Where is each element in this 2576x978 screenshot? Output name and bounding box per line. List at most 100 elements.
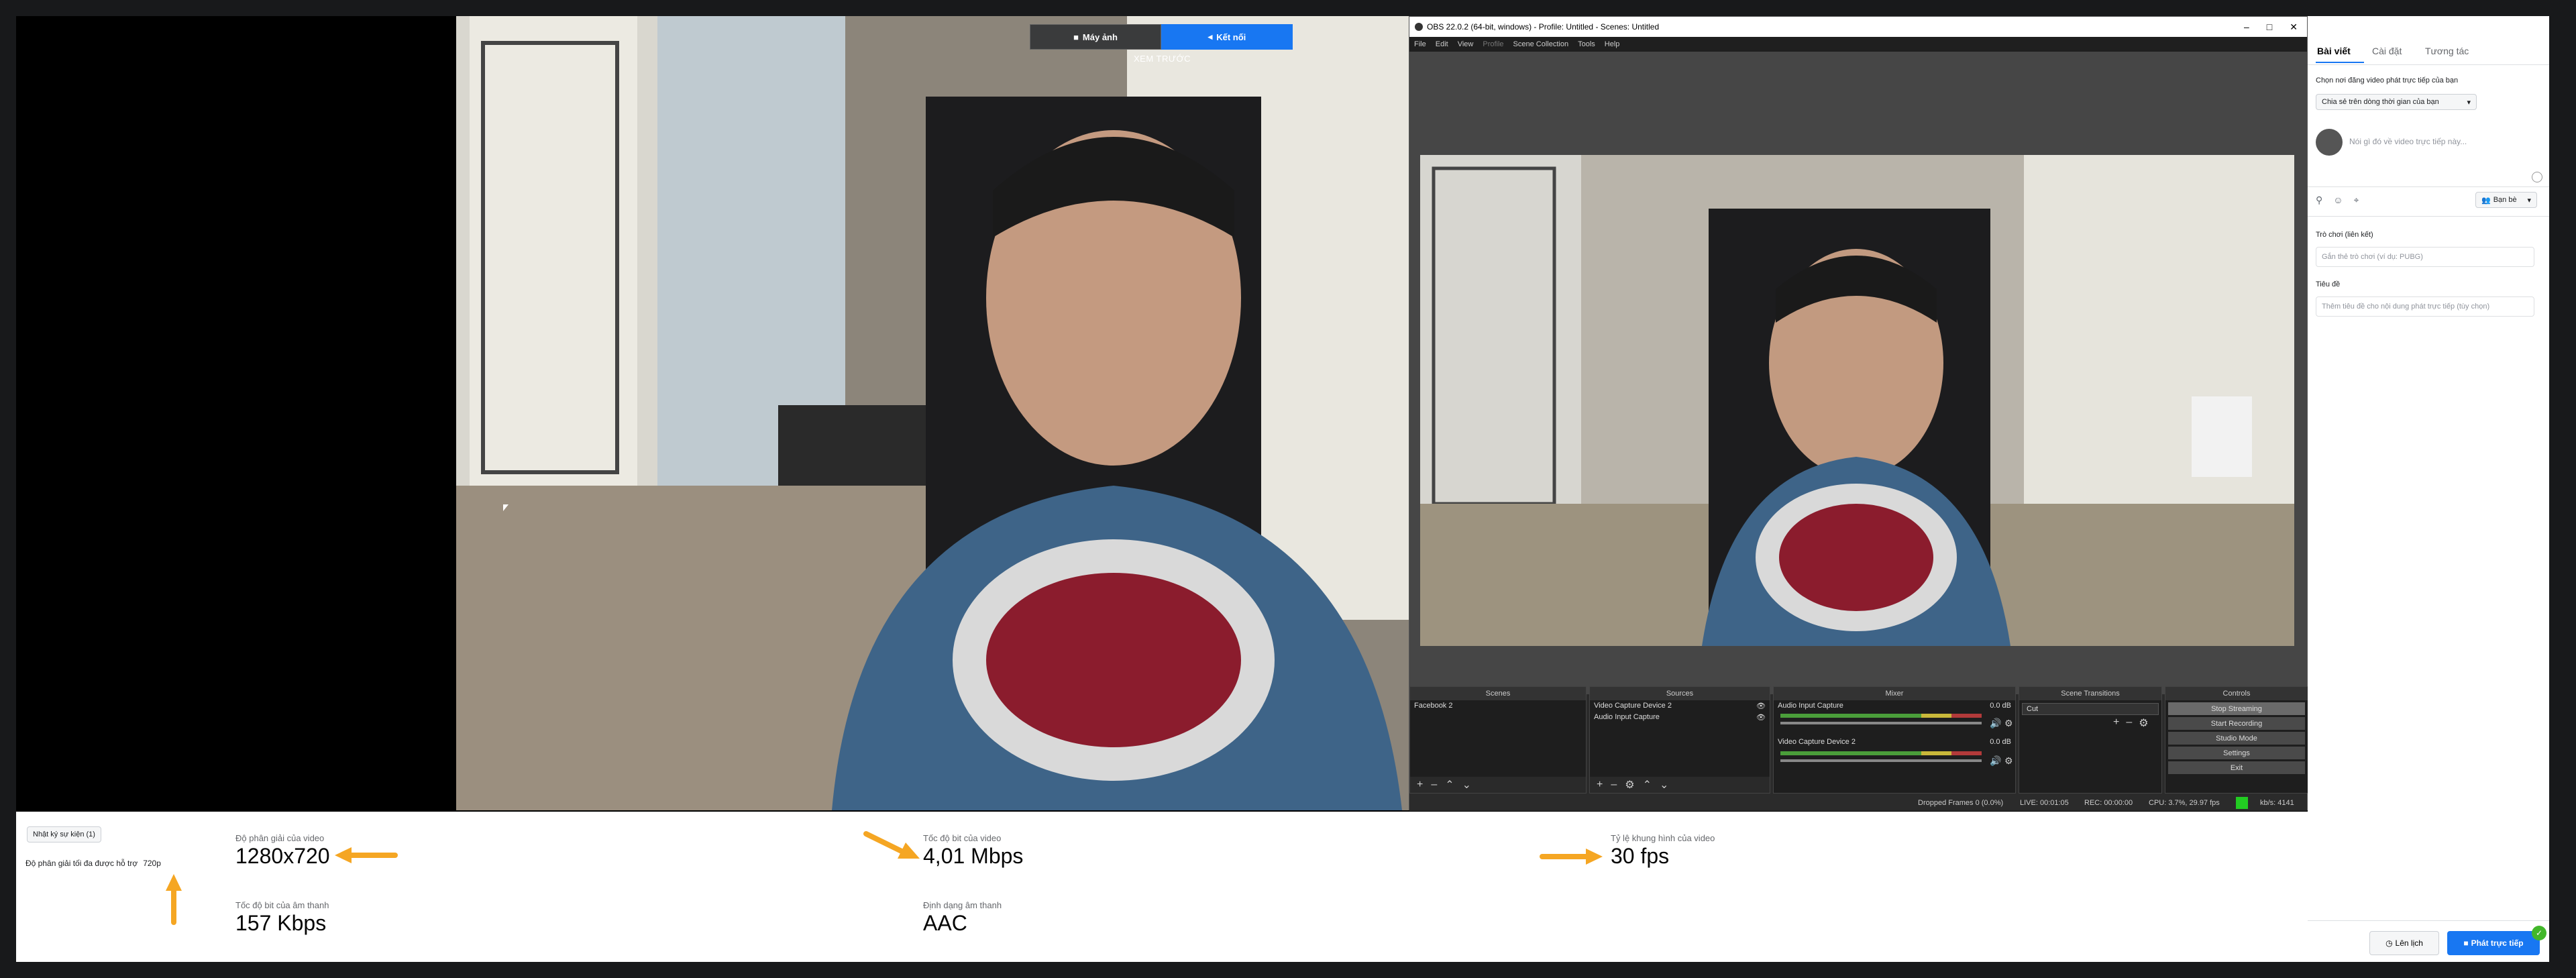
event-log-button[interactable]: Nhật ký sự kiện (1): [27, 826, 101, 843]
speaker-icon[interactable]: 🔊: [1990, 718, 2001, 729]
active-tab-indicator: [2316, 62, 2364, 63]
arrow-annotation-icon: [335, 847, 398, 863]
obs-window: OBS 22.0.2 (64-bit, windows) - Profile: …: [1409, 16, 2308, 811]
stream-health-panel: Nhật ký sự kiện (1) Độ phân giải tối đa …: [16, 812, 2308, 962]
obs-menu-bar: File Edit View Profile Scene Collection …: [1409, 37, 2307, 52]
avatar: [2316, 129, 2343, 156]
speaker-icon[interactable]: 🔊: [1990, 755, 2001, 767]
mouse-cursor-icon: [503, 504, 508, 511]
menu-file[interactable]: File: [1409, 40, 1431, 48]
volume-slider[interactable]: [1780, 759, 1982, 762]
settings-button[interactable]: Settings: [2168, 747, 2305, 759]
emoji-icon[interactable]: [2532, 172, 2542, 182]
chevron-down-icon: ▾: [2467, 98, 2471, 107]
stream-preview: [456, 16, 1409, 810]
menu-tools[interactable]: Tools: [1573, 40, 1600, 48]
footer-divider: [2308, 920, 2549, 921]
transition-select[interactable]: Cut: [2022, 703, 2159, 715]
arrow-annotation-icon: [166, 874, 182, 925]
preview-label: XEM TRƯỚC: [1134, 54, 1191, 64]
tab-interactions[interactable]: Tương tác: [2425, 46, 2469, 56]
exit-button[interactable]: Exit: [2168, 761, 2305, 774]
title-label: Tiêu đề: [2316, 280, 2341, 288]
feeling-icon[interactable]: ☺: [2333, 195, 2343, 206]
post-settings-panel: Bài viết Cài đặt Tương tác Chọn nơi đăng…: [2308, 16, 2549, 962]
compose-input[interactable]: Nói gì đó về video trực tiếp này...: [2349, 137, 2467, 146]
obs-logo-icon: [1415, 23, 1423, 31]
tab-divider: [2308, 64, 2549, 65]
menu-scene-collection[interactable]: Scene Collection: [1509, 40, 1574, 48]
maximize-icon[interactable]: □: [2267, 21, 2272, 33]
remove-icon[interactable]: –: [2126, 716, 2132, 730]
title-input[interactable]: Thêm tiêu đề cho nội dung phát trực tiếp…: [2316, 296, 2534, 317]
tab-post[interactable]: Bài viết: [2317, 46, 2351, 56]
move-up-icon[interactable]: ⌃: [1643, 778, 1652, 792]
audio-bitrate-value: 157 Kbps: [235, 911, 327, 935]
source-item[interactable]: Video Capture Device 2 👁: [1590, 700, 1770, 712]
friends-icon: 👥: [2481, 196, 2491, 205]
audio-format-label: Định dạng âm thanh: [923, 900, 1002, 910]
menu-profile[interactable]: Profile: [1478, 40, 1508, 48]
mixer-channel-label: Audio Input Capture 0.0 dB: [1778, 702, 2011, 710]
start-recording-button[interactable]: Start Recording: [2168, 717, 2305, 730]
move-up-icon[interactable]: ⌃: [1445, 778, 1454, 792]
studio-mode-button[interactable]: Studio Mode: [2168, 732, 2305, 745]
stop-streaming-button[interactable]: Stop Streaming: [2168, 702, 2305, 715]
audio-format-value: AAC: [923, 911, 967, 935]
camera-video-frame: [456, 16, 1409, 810]
gear-icon[interactable]: ⚙: [2004, 755, 2013, 767]
scene-transitions-dock: Scene Transitions Cut + – ⚙: [2019, 686, 2162, 794]
mixer-channel-label: Video Capture Device 2 0.0 dB: [1778, 738, 2011, 746]
remove-icon[interactable]: –: [1431, 779, 1437, 791]
move-down-icon[interactable]: ⌄: [1660, 778, 1668, 792]
post-where-dropdown[interactable]: Chia sẻ trên dòng thời gian của bạn ▾: [2316, 94, 2477, 110]
minimize-icon[interactable]: –: [2244, 21, 2249, 33]
arrow-annotation-icon: [863, 831, 920, 859]
close-icon[interactable]: ✕: [2290, 21, 2298, 33]
tab-settings[interactable]: Cài đặt: [2372, 46, 2402, 56]
visibility-eye-icon[interactable]: 👁: [1756, 702, 1766, 710]
preview-toolbar: ■ Máy ảnh ◂ Kết nối: [1030, 24, 1293, 50]
source-item[interactable]: Audio Input Capture 👁: [1590, 712, 1770, 723]
schedule-button[interactable]: ◷ Lên lịch: [2369, 931, 2439, 955]
gear-icon[interactable]: ⚙: [1625, 778, 1634, 792]
divider: [2308, 216, 2549, 217]
menu-help[interactable]: Help: [1600, 40, 1625, 48]
obs-preview-canvas[interactable]: [1420, 155, 2294, 646]
add-icon[interactable]: +: [1417, 779, 1423, 791]
max-resolution-row: Độ phân giải tối đa được hỗ trợ 720p: [25, 859, 161, 868]
go-live-button[interactable]: ■ Phát trực tiếp: [2447, 931, 2540, 955]
obs-preview-area: [1409, 52, 2307, 694]
audio-level-meter: [1780, 751, 1982, 755]
framerate-value: 30 fps: [1611, 844, 1670, 868]
add-icon[interactable]: +: [2113, 716, 2119, 730]
game-label: Trò chơi (liên kết): [2316, 231, 2373, 239]
divider: [2308, 186, 2549, 187]
obs-status-bar: Dropped Frames 0 (0.0%) LIVE: 00:01:05 R…: [1409, 795, 2307, 811]
framerate-label: Tỷ lệ khung hình của video: [1611, 833, 1715, 843]
menu-view[interactable]: View: [1453, 40, 1479, 48]
visibility-eye-icon[interactable]: 👁: [1756, 713, 1766, 722]
add-icon[interactable]: +: [1597, 779, 1603, 791]
game-input[interactable]: Gắn thẻ trò chơi (ví dụ: PUBG): [2316, 247, 2534, 267]
plug-icon: ◂: [1208, 32, 1213, 42]
scene-item[interactable]: Facebook 2: [1410, 700, 1586, 711]
gear-icon[interactable]: ⚙: [2139, 716, 2148, 730]
obs-title-bar: OBS 22.0.2 (64-bit, windows) - Profile: …: [1409, 17, 2307, 37]
location-pin-icon[interactable]: ⌖: [2354, 195, 2359, 206]
connect-button[interactable]: ◂ Kết nối: [1161, 24, 1293, 50]
arrow-annotation-icon: [1540, 849, 1603, 865]
audience-selector[interactable]: 👥 Bạn bè ▾: [2475, 192, 2537, 208]
remove-icon[interactable]: –: [1611, 779, 1617, 791]
controls-dock: Controls Stop Streaming Start Recording …: [2165, 686, 2308, 794]
obs-camera-frame: [1420, 155, 2294, 646]
max-resolution-value: 720p: [143, 859, 161, 868]
video-resolution-label: Độ phân giải của video: [235, 833, 325, 843]
camera-button[interactable]: ■ Máy ảnh: [1030, 24, 1161, 50]
volume-slider[interactable]: [1780, 722, 1982, 724]
tag-people-icon[interactable]: ⚲: [2316, 195, 2322, 206]
menu-edit[interactable]: Edit: [1431, 40, 1453, 48]
stream-health-indicator: [2236, 797, 2248, 809]
gear-icon[interactable]: ⚙: [2004, 718, 2013, 729]
move-down-icon[interactable]: ⌄: [1462, 778, 1471, 792]
